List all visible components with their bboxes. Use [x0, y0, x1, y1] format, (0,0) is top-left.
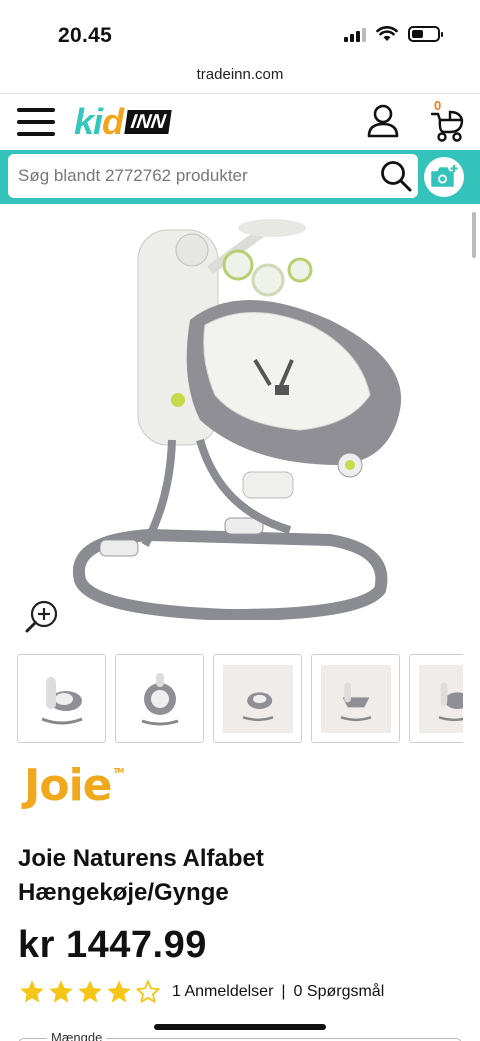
thumbnail[interactable] — [409, 654, 463, 743]
camera-plus-icon — [431, 165, 458, 187]
search-icon[interactable] — [380, 160, 412, 192]
page-scrollbar[interactable] — [472, 212, 476, 258]
product-title: Joie Naturens Alfabet Hængekøje/Gynge — [18, 845, 264, 906]
reviews-link[interactable]: 1 Anmeldelser — [172, 983, 273, 1001]
cart-button[interactable]: 0 — [428, 98, 468, 142]
thumbnail-strip[interactable] — [17, 654, 463, 744]
thumbnail[interactable] — [311, 654, 400, 743]
wifi-icon — [376, 26, 398, 41]
product-price: kr 1447.99 — [18, 924, 207, 966]
thumbnail[interactable] — [213, 654, 302, 743]
brand-name: Joie — [24, 760, 113, 811]
brand-logo[interactable]: Joie TM — [24, 764, 125, 808]
search-band — [0, 150, 480, 204]
star-filled-icon — [20, 980, 44, 1003]
star-filled-icon — [78, 980, 102, 1003]
separator: | — [281, 983, 286, 1000]
quantity-label: Mængde — [47, 1030, 107, 1041]
user-icon[interactable] — [366, 104, 400, 138]
star-rating[interactable] — [18, 978, 162, 1006]
star-empty-icon — [136, 980, 160, 1003]
thumbnail[interactable] — [115, 654, 204, 743]
address-bar[interactable]: tradeinn.com — [0, 62, 480, 92]
menu-icon[interactable] — [17, 108, 55, 136]
product-main-image[interactable] — [60, 210, 410, 620]
status-time: 20.45 — [58, 24, 113, 47]
star-filled-icon — [49, 980, 73, 1003]
status-bar: 20.45 — [0, 0, 480, 62]
brand-trademark: TM — [113, 767, 125, 775]
stroller-cart-icon — [430, 110, 464, 142]
search-input[interactable] — [18, 154, 368, 198]
camera-search-button[interactable] — [424, 157, 464, 197]
star-filled-icon — [107, 980, 131, 1003]
thumbnail[interactable] — [17, 654, 106, 743]
battery-icon — [408, 26, 443, 42]
rating-row: 1 Anmeldelser | 0 Spørgsmål — [18, 978, 384, 1006]
site-logo[interactable]: kid INN — [74, 101, 173, 142]
home-indicator[interactable] — [154, 1024, 326, 1030]
search-box — [8, 154, 418, 198]
questions-link[interactable]: 0 Spørgsmål — [294, 983, 385, 1001]
url-text: tradeinn.com — [196, 66, 284, 83]
logo-inn: INN — [124, 110, 173, 134]
site-header: kid INN 0 — [0, 94, 480, 150]
cellular-signal-icon — [344, 27, 366, 42]
zoom-in-icon[interactable] — [24, 598, 60, 634]
logo-kid: kid — [74, 101, 124, 142]
status-icons — [344, 26, 443, 42]
